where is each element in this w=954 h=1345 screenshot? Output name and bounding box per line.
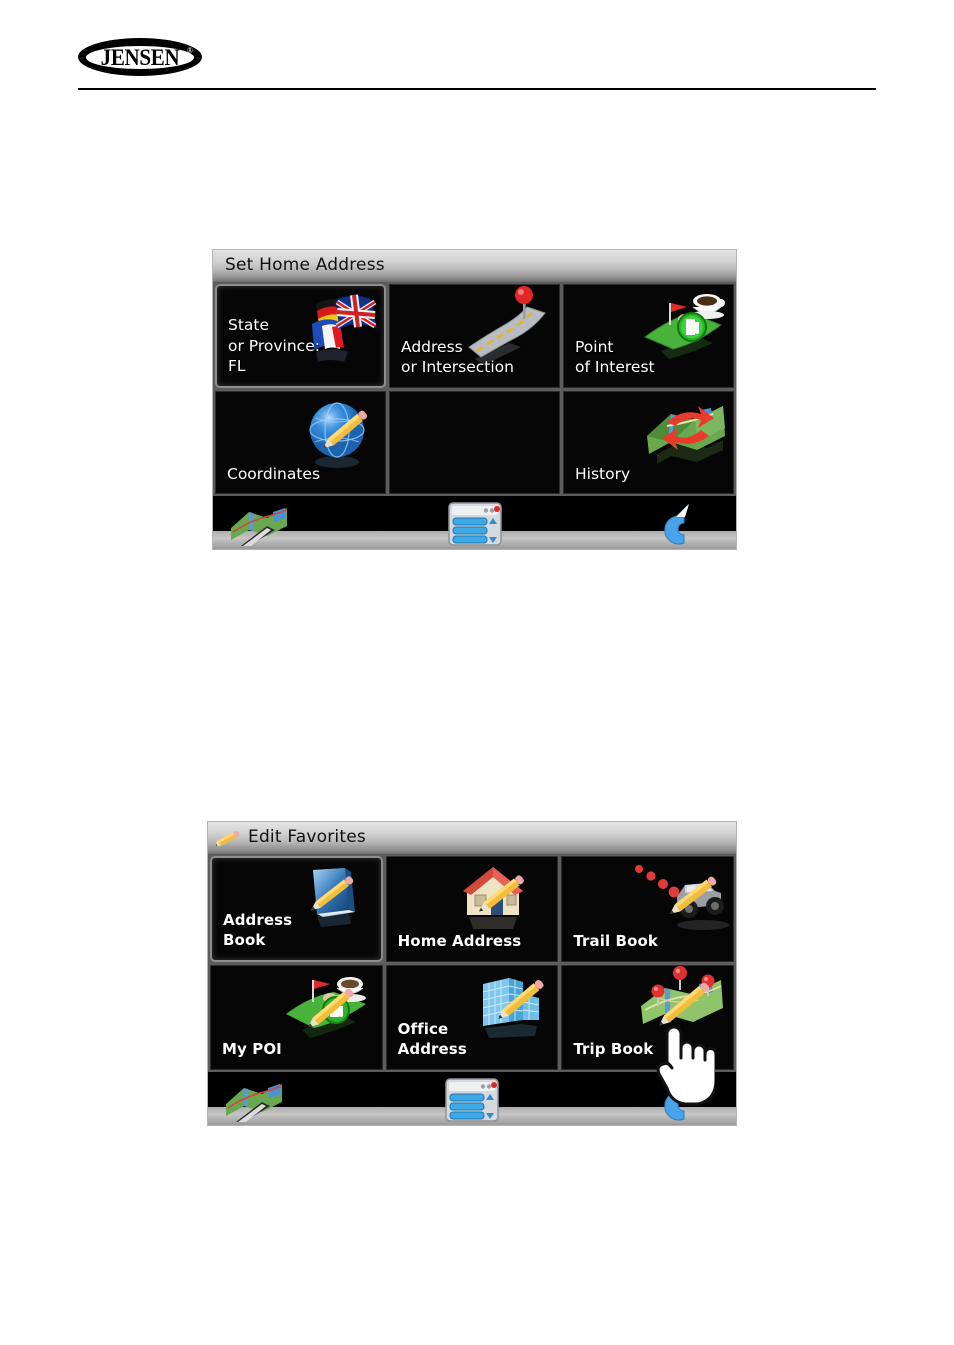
globe-pencil-icon — [303, 396, 379, 470]
book-pencil-icon — [299, 864, 365, 930]
tile-grid-set-home-address: State or Province: FL Address or Interse… — [213, 282, 736, 496]
list-menu-icon[interactable] — [444, 1077, 500, 1123]
tile-label-coordinates: Coordinates — [227, 464, 321, 483]
tile-label-state-or-province: State or Province: FL — [228, 316, 320, 376]
office-pencil-icon — [465, 968, 551, 1042]
titlebar-set-home-address: Set Home Address — [213, 250, 736, 282]
tile-coordinates[interactable]: Coordinates — [215, 390, 386, 494]
tile-label-home-address: Home Address — [397, 931, 522, 950]
screenshot-set-home-address: Set Home Address State or Province: FL A… — [212, 249, 737, 550]
titlebar-title: Set Home Address — [225, 254, 385, 275]
tile-office-address[interactable]: Office Address — [385, 964, 559, 1070]
map-icon[interactable] — [227, 502, 291, 546]
titlebar-edit-favorites: Edit Favorites — [208, 822, 736, 854]
tile-empty-slot — [389, 390, 560, 494]
house-pencil-icon — [453, 861, 533, 931]
tile-label-address-book: Address Book — [223, 910, 293, 949]
titlebar-title: Edit Favorites — [248, 826, 366, 847]
return-arrow-icon[interactable] — [658, 501, 710, 545]
return-arrow-icon[interactable] — [658, 1077, 710, 1121]
tile-my-poi[interactable]: My POI — [210, 964, 383, 1070]
header-divider — [78, 88, 876, 90]
tile-trip-book[interactable]: Trip Book — [561, 964, 734, 1070]
poi-pencil-icon — [278, 968, 376, 1046]
tile-point-of-interest[interactable]: Point of Interest — [563, 284, 734, 388]
jensen-logo: JENSEN ® — [78, 38, 202, 76]
tile-label-my-poi: My POI — [222, 1040, 282, 1059]
tile-label-office-address: Office Address — [397, 1020, 467, 1059]
map-pins-pencil-icon — [633, 965, 733, 1040]
tile-label-history: History — [575, 464, 631, 483]
tile-trail-book[interactable]: Trail Book — [561, 856, 734, 962]
tile-grid-edit-favorites: Address Book Home Address Trail Book My … — [208, 854, 736, 1072]
tile-label-point-of-interest: Point of Interest — [575, 337, 655, 377]
tile-history[interactable]: History — [563, 390, 734, 494]
tile-label-trip-book: Trip Book — [573, 1040, 654, 1059]
screenshot-edit-favorites: Edit Favorites Address Book Home Address… — [207, 821, 737, 1126]
list-menu-icon[interactable] — [447, 501, 503, 547]
toolbar-edit-favorites — [208, 1072, 736, 1125]
toolbar-set-home-address — [213, 496, 736, 549]
tile-label-trail-book: Trail Book — [573, 931, 658, 950]
registered-mark: ® — [186, 46, 193, 55]
jensen-logo-text: JENSEN — [100, 45, 180, 69]
tile-label-empty — [390, 484, 401, 493]
map-icon[interactable] — [222, 1078, 286, 1122]
pencil-icon — [216, 827, 242, 849]
tile-address-book[interactable]: Address Book — [210, 856, 383, 962]
map-arrows-icon — [637, 392, 733, 472]
tile-label-address-or-intersection: Address or Intersection — [401, 337, 514, 377]
page-header: JENSEN ® — [0, 0, 954, 100]
tile-state-or-province[interactable]: State or Province: FL — [215, 284, 386, 388]
tile-home-address[interactable]: Home Address — [385, 856, 559, 962]
jeep-pencil-icon — [621, 859, 731, 935]
tile-address-or-intersection[interactable]: Address or Intersection — [389, 284, 560, 388]
